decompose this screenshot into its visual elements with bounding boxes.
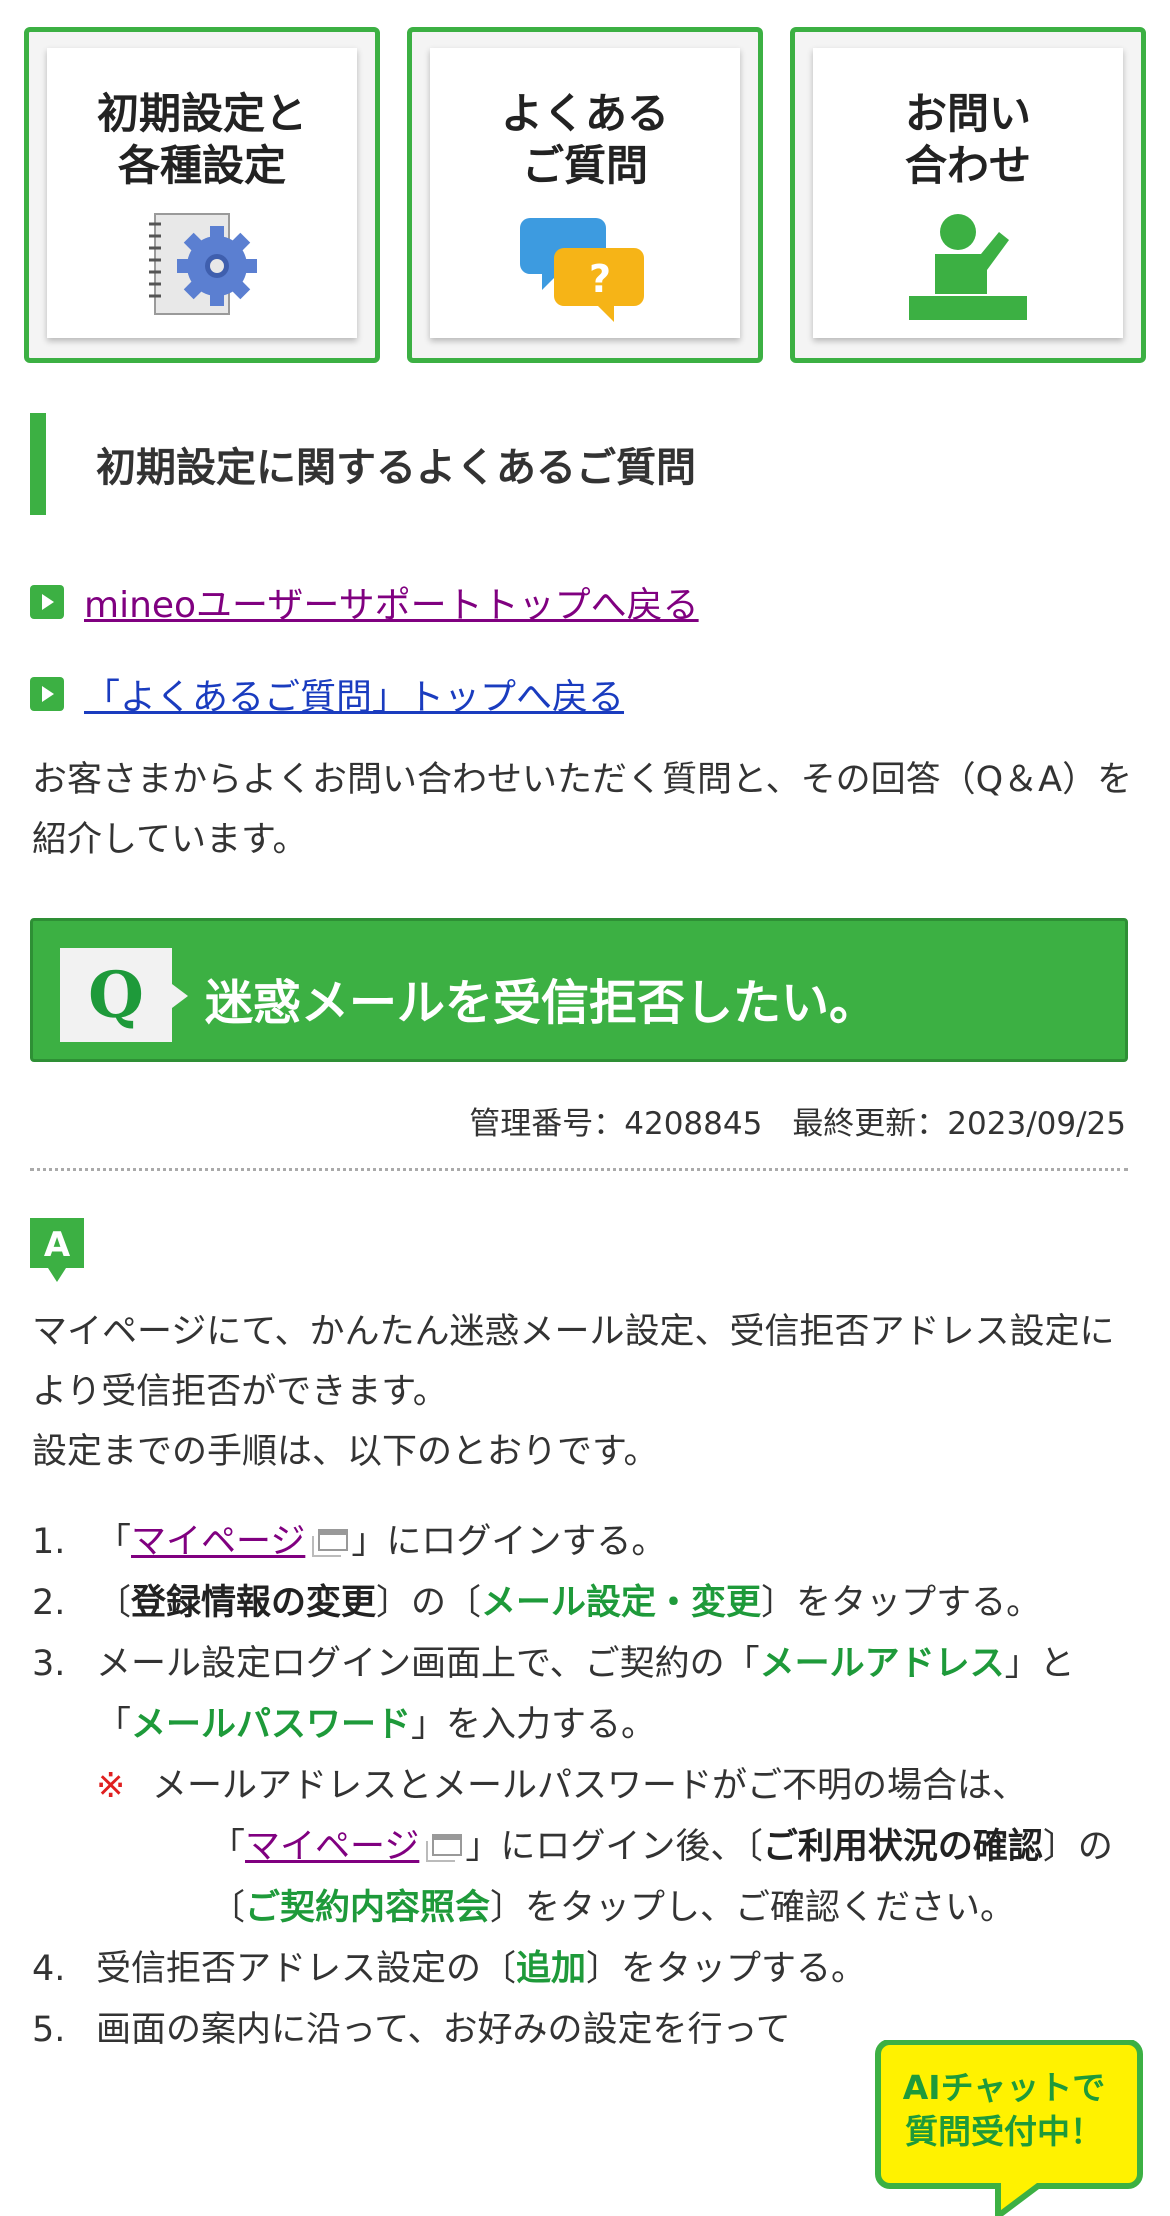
ai-chat-button[interactable]: AIチャットで 質問受付中！: [870, 2040, 1160, 2216]
answer-text: マイページにて、かんたん迷惑メール設定、受信拒否アドレス設定により受信拒否ができ…: [32, 1302, 1142, 1482]
steps-list: 1. 「マイページ 」にログインする。 2. 〔登録情報の変更〕の〔メール設定・変…: [32, 1512, 1122, 2061]
external-window-icon: [312, 1529, 349, 1557]
intro-text: お客さまからよくお問い合わせいただく質問と、その回答（Q＆A）を紹介しています。: [32, 760, 1133, 860]
management-number: 管理番号：4208845: [469, 1106, 763, 1142]
step-number: 3.: [32, 1644, 66, 1684]
step-text: 〕をタップする。: [586, 1949, 867, 1989]
nav-tiles: 初期設定と 各種設定 よくある ご質問 ? お問い 合わせ: [24, 27, 1146, 367]
step-number: 2.: [32, 1583, 66, 1623]
section-heading: 初期設定に関するよくあるご質問: [30, 413, 1140, 515]
step-text: 〕の〔: [376, 1583, 482, 1623]
answer-line-1: マイページにて、かんたん迷惑メール設定、受信拒否アドレス設定により受信拒否ができ…: [32, 1312, 1115, 1412]
step-note: ※ メールアドレスとメールパスワードがご不明の場合は、 「マイページ 」にログイン…: [96, 1756, 1122, 1939]
note-indent: 「マイページ 」にログイン後、〔ご利用状況の確認〕の〔ご契約内容照会〕をタップし、…: [152, 1817, 1122, 1939]
person-at-desk-icon: [909, 214, 1027, 320]
svg-text:?: ?: [589, 257, 611, 301]
question-banner: Q 迷惑メールを受信拒否したい。: [30, 918, 1128, 1062]
tile-faq[interactable]: よくある ご質問 ?: [407, 27, 763, 363]
mypage-link[interactable]: マイページ: [131, 1522, 305, 1562]
step-text: 画面の案内に沿って、お好みの設定を行って: [96, 2010, 791, 2050]
back-link-faq-top: 「よくあるご質問」トップへ戻る: [30, 664, 624, 724]
question-badge: Q: [60, 948, 188, 1042]
step-text: 受信拒否アドレス設定の〔: [96, 1949, 517, 1989]
mypage-link[interactable]: マイページ: [245, 1827, 419, 1867]
speech-bubbles-question-icon: ?: [520, 218, 644, 322]
note-mark: ※: [96, 1766, 126, 1806]
step-text: 」にログインする。: [351, 1522, 667, 1562]
tile-card: 初期設定と 各種設定: [47, 48, 357, 338]
step-text: 「: [96, 1522, 132, 1562]
tile-card: お問い 合わせ: [813, 48, 1123, 338]
answer-line-2: 設定までの手順は、以下のとおりです。: [32, 1432, 659, 1472]
step-emphasis: 登録情報の変更: [131, 1583, 377, 1623]
note-text: 〕をタップし、ご確認ください。: [490, 1888, 1016, 1928]
arrow-right-icon: [30, 677, 64, 711]
step-text: 」を入力する。: [411, 1705, 657, 1745]
note-emphasis: ご利用状況の確認: [762, 1827, 1043, 1867]
last-updated: 最終更新：2023/09/25: [792, 1106, 1126, 1142]
external-window-icon: [426, 1834, 463, 1862]
step-number: 1.: [32, 1522, 66, 1562]
tile-card: よくある ご質問 ?: [430, 48, 740, 338]
note-text: 「: [210, 1827, 246, 1867]
note-text: メールアドレスとメールパスワードがご不明の場合は、: [152, 1766, 1028, 1806]
step-text: 〔: [96, 1583, 132, 1623]
list-item: 1. 「マイページ 」にログインする。: [32, 1512, 1122, 1573]
back-link-support-top: mineoユーザーサポートトップへ戻る: [30, 572, 699, 632]
arrow-right-icon: [30, 585, 64, 619]
step-emphasis: メールパスワード: [131, 1705, 412, 1745]
step-number: 5.: [32, 2010, 66, 2050]
tile-label: お問い 合わせ: [904, 89, 1031, 190]
faq-top-link[interactable]: 「よくあるご質問」トップへ戻る: [84, 668, 624, 720]
ai-chat-label: AIチャットで 質問受付中！: [902, 2068, 1106, 2151]
step-emphasis: メールアドレス: [759, 1644, 1005, 1684]
divider: [30, 1168, 1128, 1171]
tile-label: よくある ご質問: [500, 89, 669, 190]
list-item: 4. 受信拒否アドレス設定の〔追加〕をタップする。: [32, 1939, 1122, 2000]
step-text: 〕をタップする。: [761, 1583, 1042, 1623]
notebook-gear-icon: [149, 213, 257, 315]
note-text: 」にログイン後、〔: [465, 1827, 763, 1867]
tile-label: 初期設定と 各種設定: [96, 89, 307, 190]
list-item: 2. 〔登録情報の変更〕の〔メール設定・変更〕をタップする。: [32, 1573, 1122, 1634]
step-emphasis: 追加: [516, 1949, 587, 1989]
list-item: 3. メール設定ログイン画面上で、ご契約の「メールアドレス」と「メールパスワード…: [32, 1634, 1122, 1939]
note-emphasis: ご契約内容照会: [245, 1888, 491, 1928]
step-emphasis: メール設定・変更: [481, 1583, 762, 1623]
step-text: メール設定ログイン画面上で、ご契約の「: [96, 1644, 760, 1684]
answer-badge-letter: A: [44, 1225, 71, 1265]
tile-initial-settings[interactable]: 初期設定と 各種設定: [24, 27, 380, 363]
step-number: 4.: [32, 1949, 66, 1989]
tile-contact[interactable]: お問い 合わせ: [790, 27, 1146, 363]
faq-meta: 管理番号：4208845 最終更新：2023/09/25: [469, 1098, 1126, 1143]
page-title: 初期設定に関するよくあるご質問: [96, 445, 696, 491]
heading-accent-bar: [30, 413, 46, 515]
support-top-link[interactable]: mineoユーザーサポートトップへ戻る: [84, 576, 699, 628]
answer-badge-icon: A: [30, 1218, 84, 1282]
question-title: 迷惑メールを受信拒否したい。: [205, 975, 878, 1031]
